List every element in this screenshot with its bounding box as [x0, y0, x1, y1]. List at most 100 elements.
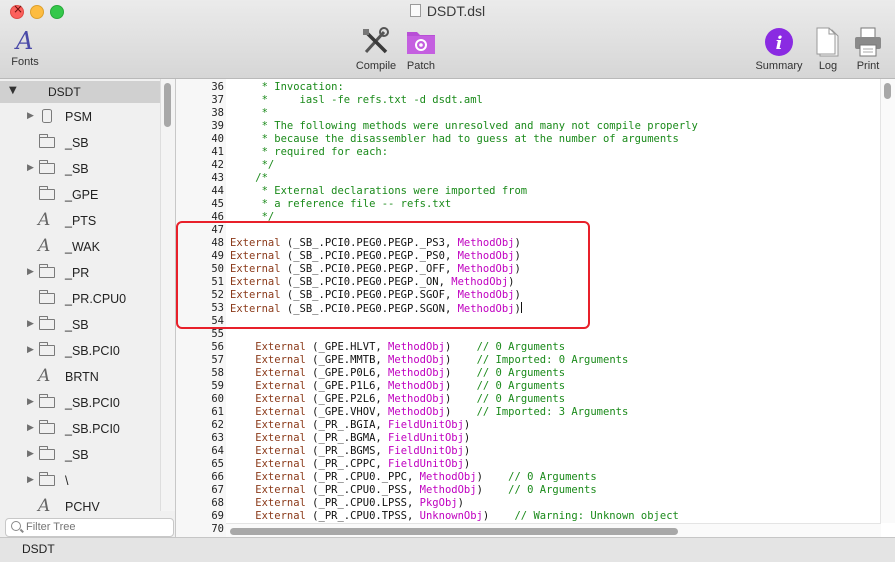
- code-text-line: * iasl -fe refs.txt -d dsdt.aml: [230, 94, 483, 107]
- code-keyword: External: [230, 484, 306, 496]
- line-number: 43: [211, 172, 224, 184]
- code-comment: // 0 Arguments: [508, 484, 597, 496]
- tree-item-label: \: [65, 474, 69, 488]
- disclosure-collapsed-icon[interactable]: ▶: [27, 475, 34, 485]
- code-text: (_PR_.CPU0.LPSS,: [305, 497, 420, 509]
- disclosure-collapsed-icon[interactable]: ▶: [27, 267, 34, 277]
- editor-horizontal-scrollbar[interactable]: [226, 523, 881, 538]
- editor-vertical-scrollbar[interactable]: [880, 79, 895, 523]
- disclosure-collapsed-icon[interactable]: ▶: [27, 397, 34, 407]
- method-icon: A: [38, 366, 51, 386]
- tree-item[interactable]: ▶ PSM: [0, 105, 160, 131]
- tree-item[interactable]: ▶ _SB: [0, 443, 160, 469]
- code-text: (_GPE.HLVT,: [305, 341, 389, 353]
- tree-item-label: _GPE: [65, 188, 99, 202]
- fonts-label: Fonts: [11, 56, 39, 68]
- tree-item-label: BRTN: [65, 370, 99, 384]
- code-text-line: * Invocation:: [230, 81, 344, 94]
- tree-item[interactable]: ▶ _SB: [0, 313, 160, 339]
- code-text: (_PR_.CPU0.TPSS,: [305, 510, 420, 522]
- patch-folder-icon: [407, 32, 435, 54]
- cylinder-icon: [42, 109, 52, 123]
- log-button[interactable]: Log: [812, 26, 844, 72]
- code-line: 69 External (_PR_.CPU0.TPSS, UnknownObj)…: [176, 510, 895, 523]
- code-keyword: External: [230, 497, 306, 509]
- code-type: FieldUnitObj: [388, 432, 464, 444]
- summary-button[interactable]: i Summary: [752, 26, 806, 72]
- disclosure-collapsed-icon[interactable]: ▶: [27, 163, 34, 173]
- code-text-line: External (_GPE.VHOV, MethodObj) // Impor…: [230, 406, 628, 419]
- code-type: MethodObj: [388, 367, 445, 379]
- line-number: 70: [211, 523, 224, 535]
- folder-icon: [38, 290, 55, 304]
- code-comment: // 0 Arguments: [476, 367, 566, 379]
- tree-item[interactable]: ▶ _SB.PCI0: [0, 417, 160, 443]
- line-number: 57: [211, 354, 224, 366]
- code-text: ): [444, 367, 477, 379]
- code-line: 41 * required for each:: [176, 146, 895, 159]
- tree-item-label: PCHV: [65, 500, 100, 514]
- code-comment: */: [230, 159, 275, 171]
- folder-icon: [38, 186, 55, 200]
- tree-item[interactable]: A _WAK: [0, 235, 160, 261]
- line-number: 67: [211, 484, 224, 496]
- code-line: 60 External (_GPE.P2L6, MethodObj) // 0 …: [176, 393, 895, 406]
- document-icon: [409, 4, 421, 17]
- code-type: FieldUnitObj: [388, 445, 464, 457]
- code-type: PkgObj: [419, 497, 458, 509]
- code-keyword: External: [230, 341, 306, 353]
- disclosure-collapsed-icon[interactable]: ▶: [27, 111, 34, 121]
- code-text-line: * because the disassembler had to guess …: [230, 133, 679, 146]
- folder-icon: [38, 342, 55, 356]
- filter-tree-input[interactable]: [26, 519, 166, 535]
- code-text: ): [444, 393, 477, 405]
- compile-button[interactable]: Compile: [352, 26, 400, 72]
- disclosure-expanded-icon[interactable]: ▼: [9, 85, 17, 96]
- folder-icon: [38, 134, 55, 148]
- disclosure-collapsed-icon[interactable]: ▶: [27, 423, 34, 433]
- code-line: 39 * The following methods were unresolv…: [176, 120, 895, 133]
- editor-horizontal-scroll-thumb[interactable]: [230, 528, 678, 535]
- disclosure-collapsed-icon[interactable]: ▶: [27, 449, 34, 459]
- code-type: MethodObj: [388, 380, 445, 392]
- editor-vertical-scroll-thumb[interactable]: [884, 83, 891, 99]
- svg-text:i: i: [776, 33, 783, 54]
- code-text: ): [482, 510, 515, 522]
- tree-item[interactable]: _GPE: [0, 183, 160, 209]
- code-line: 59 External (_GPE.P1L6, MethodObj) // 0 …: [176, 380, 895, 393]
- patch-button[interactable]: Patch: [403, 26, 439, 72]
- code-type: FieldUnitObj: [388, 458, 464, 470]
- log-document-icon: [816, 27, 839, 57]
- code-text: ): [463, 419, 471, 431]
- tree-item[interactable]: _PR.CPU0: [0, 287, 160, 313]
- code-text: ): [476, 484, 509, 496]
- filter-tree-field[interactable]: [5, 518, 174, 537]
- tree-item[interactable]: _SB: [0, 131, 160, 157]
- tree-item[interactable]: A BRTN: [0, 365, 160, 391]
- tree-item-label: _SB: [65, 318, 89, 332]
- code-text: ): [463, 445, 471, 457]
- tree-item[interactable]: ▶ _SB.PCI0: [0, 339, 160, 365]
- tree-item[interactable]: ▶ _SB: [0, 157, 160, 183]
- print-button[interactable]: Print: [851, 26, 885, 72]
- disclosure-collapsed-icon[interactable]: ▶: [27, 319, 34, 329]
- tree-item-label: _PR.CPU0: [65, 292, 127, 306]
- code-type: MethodObj: [388, 354, 445, 366]
- title-bar: DSDT.dsl A Fonts Compile Patch: [0, 0, 895, 79]
- tree-item[interactable]: A _PTS: [0, 209, 160, 235]
- tree-root-row[interactable]: ▼ DSDT: [0, 81, 160, 103]
- tree-item[interactable]: ▶ _SB.PCI0: [0, 391, 160, 417]
- sidebar-scroll-thumb[interactable]: [164, 83, 171, 127]
- code-text-line: External (_PR_.BGMS, FieldUnitObj): [230, 445, 470, 458]
- code-line: 55: [176, 328, 895, 341]
- tree-item-label: _SB.PCI0: [65, 396, 120, 410]
- disclosure-collapsed-icon[interactable]: ▶: [27, 345, 34, 355]
- code-text: (_GPE.P0L6,: [305, 367, 389, 379]
- code-text-line: * required for each:: [230, 146, 388, 159]
- line-number: 59: [211, 380, 224, 392]
- tree-item[interactable]: ▶ _PR: [0, 261, 160, 287]
- tree-item[interactable]: ▶ \: [0, 469, 160, 495]
- sidebar-scrollbar[interactable]: [160, 79, 175, 511]
- fonts-button[interactable]: A Fonts: [8, 26, 42, 68]
- tree-item-label: _SB: [65, 136, 89, 150]
